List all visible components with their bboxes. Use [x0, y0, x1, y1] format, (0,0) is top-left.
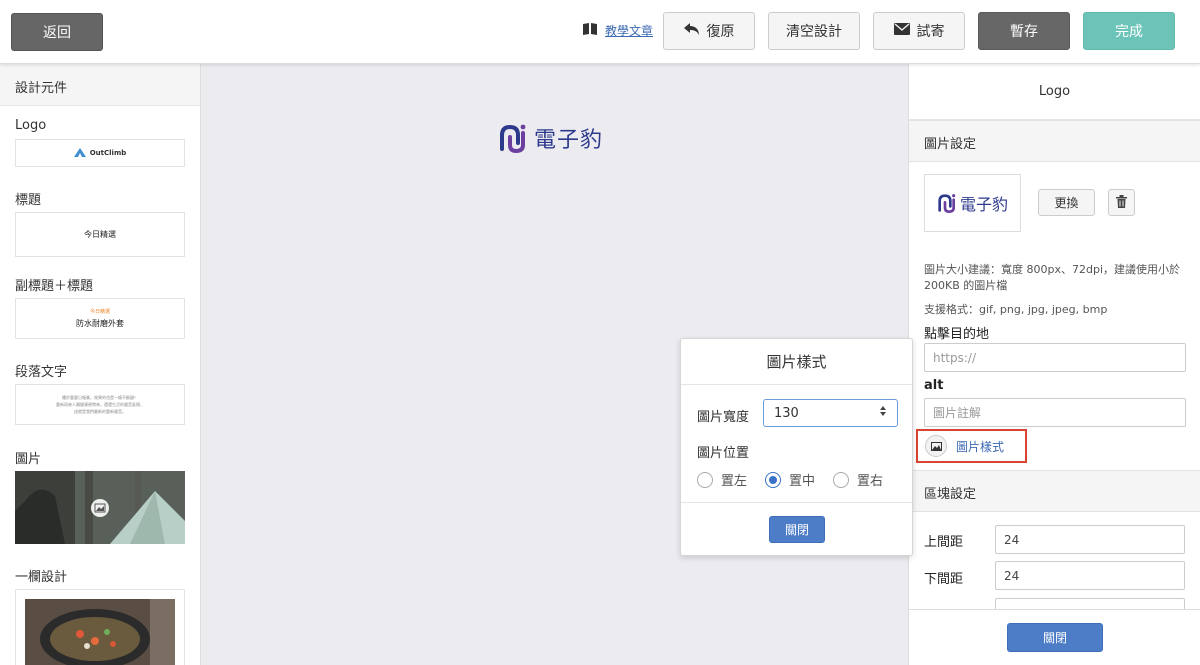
mountain-icon: [73, 146, 86, 161]
settings-close-button[interactable]: 關閉: [1007, 623, 1103, 652]
logo-preview-thumbnail: 電子豹: [924, 174, 1021, 232]
save-draft-button[interactable]: 暫存: [978, 12, 1070, 50]
block-settings-header: 區塊設定: [909, 470, 1200, 512]
component-logo-preview: OutClimb: [89, 149, 127, 157]
save-draft-label: 暫存: [1010, 24, 1038, 40]
component-label-paragraph: 段落文字: [15, 365, 68, 380]
link-target-label: 點擊目的地: [924, 327, 990, 342]
component-label-image: 圖片: [15, 452, 42, 467]
components-panel: 設計元件 Logo OutClimb 標題 今日精選 副標題＋標題 今日精選 防…: [0, 64, 201, 665]
component-label-one-column: 一欄設計: [15, 570, 68, 585]
replace-image-button[interactable]: 更換: [1038, 189, 1095, 216]
component-subtitle-preview: 今日精選: [89, 309, 110, 315]
test-send-button[interactable]: 試寄: [873, 12, 965, 50]
position-right-radio[interactable]: 置右: [833, 470, 883, 489]
clear-design-label: 清空設計: [786, 24, 842, 40]
undo-icon: [683, 23, 700, 39]
canvas-logo-block[interactable]: 電子豹: [498, 122, 603, 154]
settings-panel: Logo 圖片設定 電子豹 更換 圖片大小建議：寬度 800px、72dpi，建…: [908, 64, 1200, 665]
position-left-label: 置左: [721, 474, 748, 489]
component-logo[interactable]: OutClimb: [15, 139, 185, 167]
paragraph-preview-line: 擺於重要日報業，效果的也是一條不斷鏈！: [62, 394, 138, 400]
camping-photo-thumbnail: [15, 471, 185, 544]
radio-selected-icon[interactable]: [765, 471, 782, 488]
component-paragraph[interactable]: 擺於重要日報業，效果的也是一條不斷鏈！ 重新再來人類健康便帶來，還還生活的聲音區…: [15, 384, 185, 425]
position-right-label: 置右: [857, 474, 884, 489]
component-image[interactable]: [15, 471, 185, 544]
popover-title: 圖片樣式: [681, 339, 912, 385]
image-size-hint: 圖片大小建議：寬度 800px、72dpi，建議使用小於 200KB 的圖片檔: [924, 263, 1181, 292]
image-style-popover: 圖片樣式 圖片寬度 130 圖片位置 置左 置中 置右 關閉: [680, 338, 913, 556]
link-target-input[interactable]: https://: [924, 343, 1186, 372]
clear-design-button[interactable]: 清空設計: [768, 12, 860, 50]
popover-footer: 關閉: [681, 502, 912, 556]
trash-icon: [1116, 194, 1127, 211]
image-position-label: 圖片位置: [697, 446, 750, 461]
top-padding-input[interactable]: 24: [995, 525, 1185, 554]
position-center-radio[interactable]: 置中: [765, 470, 815, 489]
component-subtitle-title-preview: 防水耐磨外套: [76, 319, 124, 328]
position-center-label: 置中: [789, 474, 816, 489]
component-label-title: 標題: [15, 193, 42, 208]
components-panel-title: 設計元件: [0, 64, 200, 106]
component-one-column[interactable]: [15, 589, 185, 665]
stepper-icon[interactable]: [879, 405, 887, 421]
component-title-preview: 今日精選: [84, 230, 116, 239]
undo-button[interactable]: 復原: [663, 12, 755, 50]
image-position-options: 置左 置中 置右: [697, 470, 883, 489]
logo-preview-text: 電子豹: [959, 195, 1008, 214]
image-width-value: 130: [774, 405, 799, 421]
done-button[interactable]: 完成: [1083, 12, 1175, 50]
undo-label: 復原: [706, 24, 735, 40]
component-subtitle-title[interactable]: 今日精選 防水耐磨外套: [15, 298, 185, 339]
popover-close-button[interactable]: 關閉: [769, 516, 825, 543]
image-style-highlight[interactable]: 圖片樣式: [916, 429, 1027, 463]
envelope-icon: [893, 23, 910, 39]
cooking-photo-thumbnail: [25, 599, 175, 665]
image-width-input[interactable]: 130: [763, 399, 898, 427]
component-label-logo: Logo: [15, 118, 47, 133]
back-button[interactable]: 返回: [11, 13, 103, 51]
position-left-radio[interactable]: 置左: [697, 470, 747, 489]
image-icon: [925, 435, 947, 457]
alt-text-input[interactable]: 圖片註解: [924, 398, 1186, 427]
brand-logo-icon: [938, 194, 956, 213]
back-button-label: 返回: [43, 25, 71, 41]
top-toolbar: 返回 教學文章 復原 清空設計 試寄 暫存 完成: [0, 0, 1200, 64]
settings-panel-title: Logo: [909, 64, 1200, 120]
alt-label: alt: [924, 378, 944, 393]
book-icon: [583, 23, 597, 38]
top-padding-label: 上間距: [924, 535, 964, 550]
paragraph-preview-line: 這就是我們最新的重新聲音。: [74, 408, 126, 414]
tutorial-link[interactable]: 教學文章: [583, 22, 653, 39]
settings-panel-footer: 關閉: [909, 609, 1200, 665]
paragraph-preview-line: 重新再來人類健康便帶來，還還生活的聲音區隔，: [56, 401, 144, 407]
radio-icon[interactable]: [833, 471, 850, 488]
radio-icon[interactable]: [697, 471, 713, 488]
bottom-padding-input[interactable]: 24: [995, 561, 1185, 590]
brand-logo-icon: [500, 124, 526, 153]
image-width-label: 圖片寬度: [697, 410, 750, 425]
delete-image-button[interactable]: [1108, 189, 1135, 216]
image-format-hint: 支援格式：gif, png, jpg, jpeg, bmp: [924, 303, 1108, 316]
done-label: 完成: [1115, 24, 1143, 40]
component-label-subtitle-title: 副標題＋標題: [15, 279, 94, 294]
image-settings-header: 圖片設定: [909, 120, 1200, 162]
canvas-logo-text: 電子豹: [534, 128, 604, 153]
bottom-padding-label: 下間距: [924, 572, 964, 587]
tutorial-link-label[interactable]: 教學文章: [605, 22, 653, 39]
component-title[interactable]: 今日精選: [15, 212, 185, 257]
image-style-link[interactable]: 圖片樣式: [956, 438, 1004, 455]
test-send-label: 試寄: [916, 24, 945, 40]
